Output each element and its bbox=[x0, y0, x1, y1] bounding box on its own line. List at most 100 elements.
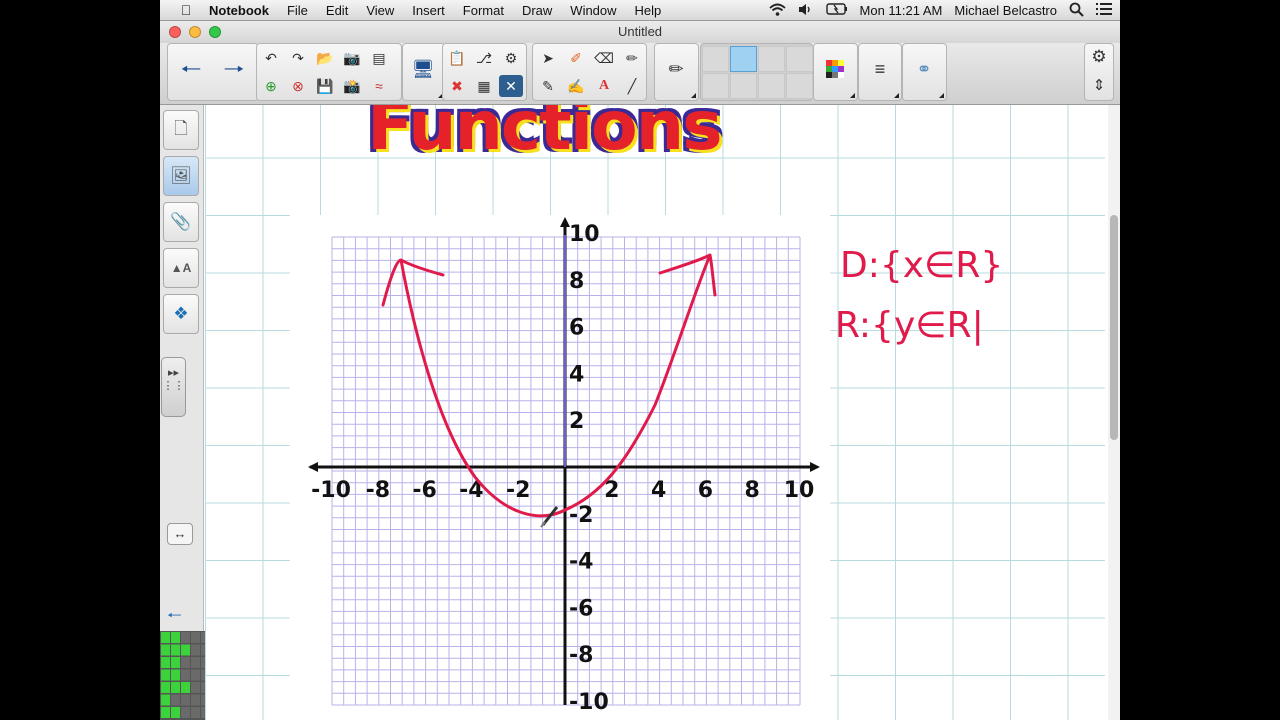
eraser-icon[interactable]: ⌫ bbox=[592, 47, 616, 69]
line-swatch-2[interactable] bbox=[730, 46, 757, 72]
parabola-curve[interactable] bbox=[381, 253, 717, 518]
meter-cell bbox=[161, 657, 170, 668]
line-color-palette bbox=[700, 43, 813, 101]
close-icon[interactable]: ✕ bbox=[499, 75, 523, 97]
meter-cell bbox=[181, 707, 190, 718]
display-group: 🖥 bbox=[402, 43, 446, 101]
line-swatch-3[interactable] bbox=[758, 46, 785, 72]
y-tick-label: -6 bbox=[569, 596, 593, 621]
menu-edit[interactable]: Edit bbox=[317, 3, 357, 18]
previous-page-icon[interactable]: 🠐 bbox=[173, 48, 209, 96]
line-tool-icon[interactable]: ╱ bbox=[620, 75, 644, 97]
meter-cell bbox=[191, 657, 200, 668]
addons-puzzle-icon[interactable]: ❖ bbox=[163, 294, 199, 334]
page-sorter-icon[interactable]: 🗋 bbox=[163, 110, 199, 150]
menu-file[interactable]: File bbox=[278, 3, 317, 18]
pen-options-icon[interactable]: ✏ bbox=[664, 58, 688, 80]
menu-draw[interactable]: Draw bbox=[513, 3, 561, 18]
scrollbar-thumb[interactable] bbox=[1110, 215, 1118, 440]
delete-icon[interactable]: ✖ bbox=[445, 75, 469, 97]
table-text-icon[interactable]: ⎇ bbox=[472, 47, 496, 69]
paste-icon[interactable]: 📋 bbox=[445, 47, 469, 69]
toolbar-position-icon[interactable]: ⇕ bbox=[1087, 74, 1111, 96]
menubar-clock[interactable]: Mon 11:21 AM bbox=[860, 3, 943, 18]
notebook-page-canvas[interactable]: Functions -10 -8 -6 -4 -2 2 4 6 8 10 10 8 6 4 2 -2 -4 -6… bbox=[205, 105, 1105, 720]
gear-icon[interactable]: ⚙ bbox=[1087, 46, 1111, 68]
side-tabs-panel: 🗋 🖼 📎 ▲A ❖ ▸▸ ⋮⋮ ↔ 🠐 bbox=[160, 105, 293, 720]
menu-view[interactable]: View bbox=[357, 3, 403, 18]
y-tick-label: 8 bbox=[569, 269, 584, 294]
add-page-icon[interactable]: ⊕ bbox=[259, 75, 283, 97]
toolbar-settings-group: ⚙ ⇕ bbox=[1084, 43, 1114, 101]
color-palette-icon[interactable] bbox=[823, 58, 847, 80]
attachments-paperclip-icon[interactable]: 📎 bbox=[163, 202, 199, 242]
volume-icon[interactable] bbox=[798, 3, 814, 19]
dropdown-corner-icon bbox=[939, 93, 944, 98]
range-note[interactable]: R:{y∈R| bbox=[835, 305, 984, 346]
battery-icon[interactable] bbox=[825, 3, 848, 18]
pen-icon[interactable]: ✍ bbox=[564, 75, 588, 97]
wifi-icon[interactable] bbox=[768, 3, 786, 19]
select-arrow-icon[interactable]: ➤ bbox=[536, 47, 560, 69]
x-tick-label: -6 bbox=[412, 478, 436, 503]
notification-list-icon[interactable] bbox=[1096, 3, 1112, 18]
domain-note[interactable]: D:{x∈R} bbox=[840, 245, 1003, 286]
undo-icon[interactable]: ↶ bbox=[259, 47, 283, 69]
next-page-icon[interactable]: 🠒 bbox=[216, 48, 252, 96]
transparency-icon[interactable]: ⚭ bbox=[912, 58, 936, 80]
meter-cell bbox=[171, 632, 180, 643]
line-swatch-7[interactable] bbox=[758, 73, 785, 99]
insert-table-icon[interactable]: ▦ bbox=[472, 75, 496, 97]
y-tick-label: 6 bbox=[569, 316, 584, 341]
menu-format[interactable]: Format bbox=[454, 3, 513, 18]
line-swatch-1[interactable] bbox=[702, 46, 729, 72]
meter-cell bbox=[181, 694, 190, 706]
x-tick-label: -8 bbox=[366, 478, 390, 503]
line-swatch-5[interactable] bbox=[702, 73, 729, 99]
properties-icon[interactable]: ▲A bbox=[163, 248, 199, 288]
page-navigation-group: 🠐 🠒 bbox=[167, 43, 259, 101]
apple-menu-icon[interactable]:  bbox=[172, 2, 200, 18]
text-tool-icon[interactable]: A bbox=[592, 75, 616, 97]
line-style-icon[interactable]: ≡ bbox=[868, 58, 892, 80]
menu-insert[interactable]: Insert bbox=[403, 3, 454, 18]
line-style-group: ≡ bbox=[858, 43, 902, 101]
move-sidebar-icon[interactable]: ↔ bbox=[167, 523, 193, 545]
panel-collapse-handle[interactable]: ▸▸ ⋮⋮ bbox=[161, 357, 186, 417]
window-zoom-button[interactable] bbox=[209, 26, 221, 38]
gallery-icon[interactable]: 🖼 bbox=[163, 156, 199, 196]
highlighter-icon[interactable]: ✎ bbox=[536, 75, 560, 97]
delete-page-icon[interactable]: ⊗ bbox=[286, 75, 310, 97]
window-minimize-button[interactable] bbox=[189, 26, 201, 38]
y-tick-label: 10 bbox=[569, 222, 600, 247]
menubar-user[interactable]: Michael Belcastro bbox=[954, 3, 1057, 18]
line-swatch-4[interactable] bbox=[786, 46, 813, 72]
display-mode-icon[interactable]: 🖥 bbox=[411, 58, 435, 80]
menu-notebook[interactable]: Notebook bbox=[200, 3, 278, 18]
meter-cell bbox=[181, 682, 190, 693]
menu-help[interactable]: Help bbox=[626, 3, 671, 18]
menu-window[interactable]: Window bbox=[561, 3, 625, 18]
insert-tools-group: 📋 ⎇ ⚙ ✖ ▦ ✕ bbox=[442, 43, 527, 101]
window-close-button[interactable] bbox=[169, 26, 181, 38]
spotlight-search-icon[interactable] bbox=[1069, 2, 1084, 20]
x-tick-labels: -10 -8 -6 -4 -2 2 4 6 8 10 bbox=[311, 478, 814, 503]
open-file-icon[interactable]: 📂 bbox=[313, 47, 337, 69]
fill-icon[interactable]: ✏ bbox=[620, 47, 644, 69]
magic-pen-icon[interactable]: ✐ bbox=[564, 47, 588, 69]
meter-cell bbox=[191, 694, 200, 706]
screen-shade-icon[interactable]: ▤ bbox=[367, 47, 391, 69]
line-swatch-6[interactable] bbox=[730, 73, 757, 99]
vertical-scrollbar[interactable] bbox=[1108, 105, 1120, 720]
meter-cell bbox=[171, 669, 180, 681]
back-arrow-icon[interactable]: 🠐 bbox=[167, 603, 182, 632]
document-camera-icon[interactable]: 📷 bbox=[340, 47, 364, 69]
settings-globe-icon[interactable]: ⚙ bbox=[499, 47, 523, 69]
screen-capture-icon[interactable]: 📸 bbox=[340, 75, 364, 97]
meter-cell bbox=[191, 682, 200, 693]
redo-icon[interactable]: ↷ bbox=[286, 47, 310, 69]
line-swatch-8[interactable] bbox=[786, 73, 813, 99]
toolbar: 🠐 🠒 ↶ ↷ 📂 📷 ▤ ⊕ ⊗ 💾 📸 ≈ 🖥 📋 ⎇ ⚙ ✖ ▦ ✕ ➤ … bbox=[160, 43, 1120, 105]
screen-capture-toggle-icon[interactable]: ≈ bbox=[367, 75, 391, 97]
save-icon[interactable]: 💾 bbox=[313, 75, 337, 97]
